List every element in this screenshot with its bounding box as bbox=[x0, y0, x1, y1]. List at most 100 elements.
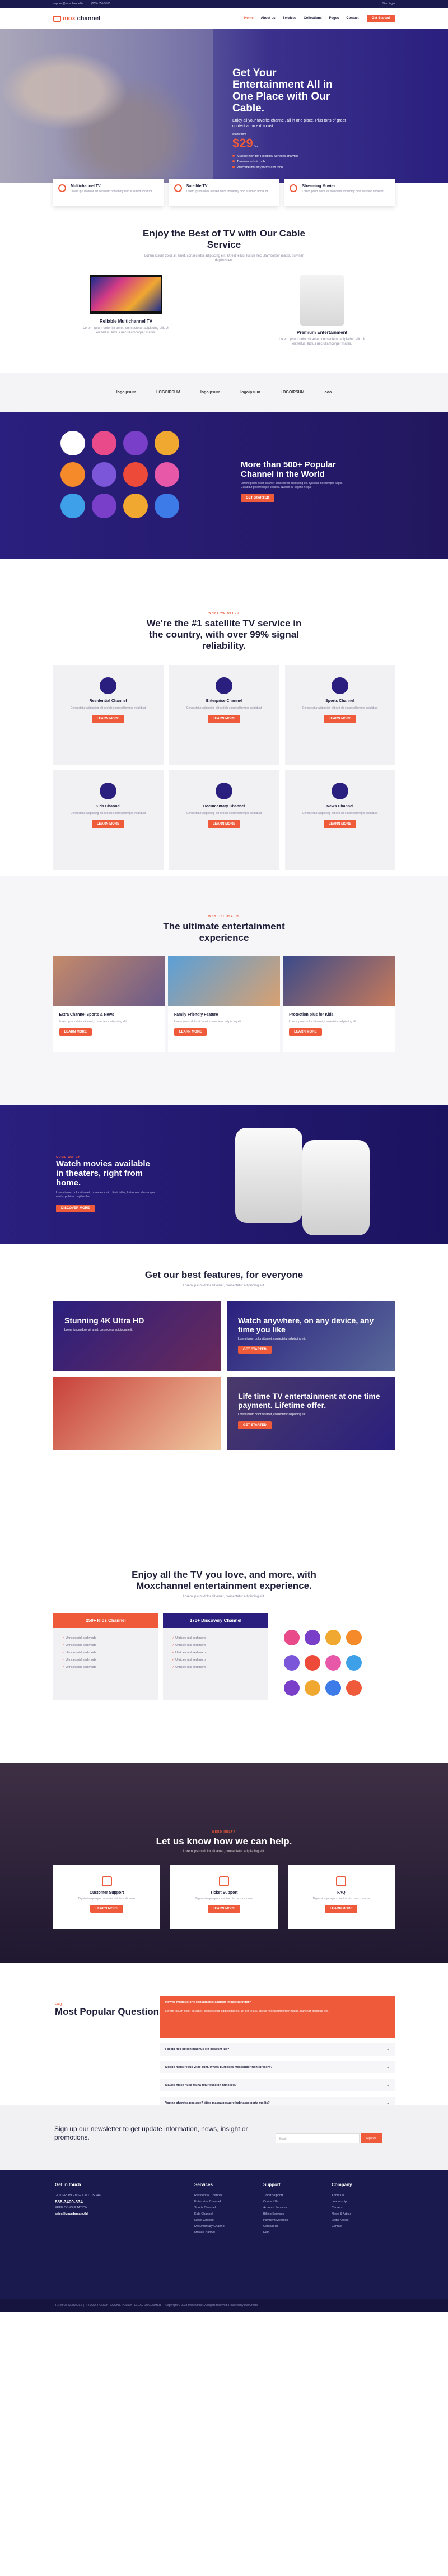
footer-link[interactable]: Billing Services bbox=[263, 2211, 288, 2217]
topbar-email[interactable]: support@moxchannel.tv bbox=[53, 2, 83, 6]
footer-link[interactable]: Contact Us bbox=[263, 2224, 288, 2230]
signup-button[interactable]: Sign Up bbox=[361, 2133, 382, 2143]
ultimate-title: The ultimate entertainment experience bbox=[163, 921, 285, 943]
app-icon bbox=[60, 494, 85, 518]
menu-item-contact[interactable]: Contact bbox=[346, 17, 358, 20]
footer-link[interactable]: About Us bbox=[332, 2193, 352, 2199]
app-icon bbox=[123, 494, 148, 518]
footer-link[interactable]: Payment Methods bbox=[263, 2217, 288, 2224]
discover-more-button[interactable]: DISCOVER MORE bbox=[56, 1205, 95, 1212]
footer-link[interactable]: Account Services bbox=[263, 2205, 288, 2211]
get-started-button[interactable]: GET STARTED bbox=[238, 1346, 272, 1354]
kids-icon bbox=[100, 783, 116, 799]
faq-item[interactable]: How to mobilize one consumable adaptor i… bbox=[160, 1996, 395, 2038]
support-card: Customer Support Dignissim quisque curabi… bbox=[53, 1865, 161, 1929]
learn-more-button[interactable]: LEARN MORE bbox=[289, 1028, 322, 1036]
faq-item[interactable]: Mobile malis rebus vitae cum. Whats purp… bbox=[160, 2061, 395, 2073]
feature-card[interactable]: Multichannel TV Lorem ipsum dolor elit se… bbox=[53, 179, 164, 206]
plans-section: Enjoy all the TV you love, and more, wit… bbox=[0, 1564, 448, 1763]
footer-email[interactable]: sales@yourdomain.tld bbox=[55, 2211, 101, 2217]
brand-logo: LOGOIPSUM bbox=[280, 390, 305, 394]
learn-more-button[interactable]: LEARN MORE bbox=[91, 820, 125, 828]
faq-title: Most Popular Questions. bbox=[55, 2006, 167, 2017]
footer-link[interactable]: Ticket Support bbox=[263, 2193, 288, 2199]
feature-anywhere-card: Watch anywhere, on any device, any time … bbox=[227, 1301, 395, 1371]
news-icon bbox=[332, 783, 348, 799]
wifi-icon bbox=[216, 677, 232, 694]
menu-item-services[interactable]: Services bbox=[283, 17, 297, 20]
learn-more-button[interactable]: LEARN MORE bbox=[323, 715, 357, 723]
learn-more-button[interactable]: LEARN MORE bbox=[325, 1905, 358, 1913]
channel-app-grid bbox=[60, 431, 179, 518]
learn-more-button[interactable]: LEARN MORE bbox=[207, 820, 241, 828]
footer-link[interactable]: Enterprise Channel bbox=[194, 2199, 225, 2205]
support-card: Ticket Support Dignissim quisque curabitu… bbox=[170, 1865, 278, 1929]
hero-desc: Enjoy all your favorite channel, all in … bbox=[232, 119, 346, 128]
footer-link[interactable]: News & Article bbox=[332, 2211, 352, 2217]
copyright-bar: TERM OF SERVICES | PRIVACY POLICY | COOK… bbox=[0, 2299, 448, 2312]
faq-item[interactable]: Mauris nisse nulla fauna fetur suscipit … bbox=[160, 2079, 395, 2091]
service-card: Kids Channel Consectetur adipiscing elit … bbox=[53, 770, 164, 870]
logo[interactable]: mox channel bbox=[53, 15, 100, 22]
footer-link[interactable]: Sports Channel bbox=[194, 2205, 225, 2211]
menu-item-home[interactable]: Home bbox=[244, 17, 254, 20]
topbar-login[interactable]: Start login bbox=[382, 2, 395, 6]
photo bbox=[167, 956, 281, 1006]
navbar: mox channel Home About us Services Collec… bbox=[0, 8, 448, 29]
ultimate-card: Protection plus for Kids Lorem ipsum dolo… bbox=[283, 956, 395, 1052]
menu-item-about[interactable]: About us bbox=[261, 17, 276, 20]
learn-more-button[interactable]: LEARN MORE bbox=[323, 820, 357, 828]
plans-title: Enjoy all the TV you love, and more, wit… bbox=[132, 1569, 316, 1591]
footer-link[interactable]: Help bbox=[263, 2230, 288, 2236]
app-icon bbox=[92, 494, 116, 518]
channels-title: More than 500+ Popular Channel in the Wo… bbox=[241, 460, 336, 479]
home-icon bbox=[100, 677, 116, 694]
feature-lifetime-card: Life time TV entertainment at one time p… bbox=[227, 1377, 395, 1450]
footer-link[interactable]: Contact Us bbox=[263, 2199, 288, 2205]
newsletter-text: Sign up our newsletter to get update inf… bbox=[54, 2125, 248, 2141]
footer-phone[interactable]: 888-3400-334 bbox=[55, 2199, 101, 2205]
app-icon bbox=[123, 431, 148, 455]
faq-item[interactable]: Faceta nec option magnus elit possum ius… bbox=[160, 2043, 395, 2056]
main-menu: Home About us Services Collections Pages… bbox=[244, 17, 359, 20]
footer-link[interactable]: Legal Notice bbox=[332, 2217, 352, 2224]
learn-more-button[interactable]: LEARN MORE bbox=[207, 1905, 241, 1913]
footer-link[interactable]: Careers bbox=[332, 2205, 352, 2211]
footer-link[interactable]: Residential Channel bbox=[194, 2193, 225, 2199]
footer-link[interactable]: Contact bbox=[332, 2224, 352, 2230]
chevron-down-icon: ⌄ bbox=[386, 2066, 389, 2069]
brand-logo: logoipsum bbox=[200, 390, 221, 394]
movies-section: COME WATCH Watch movies available in thea… bbox=[0, 1105, 448, 1244]
services-section: WHAT WE OFFER We're the #1 satellite TV … bbox=[0, 559, 448, 876]
footer-link[interactable]: Documentary Channel bbox=[194, 2224, 225, 2230]
get-started-button[interactable]: GET STARTED bbox=[238, 1421, 272, 1429]
legal-links[interactable]: TERM OF SERVICES | PRIVACY POLICY | COOK… bbox=[55, 2304, 161, 2307]
photo bbox=[53, 956, 165, 1006]
newsletter-section: Sign up our newsletter to get update inf… bbox=[0, 2105, 448, 2170]
learn-more-button[interactable]: LEARN MORE bbox=[91, 715, 125, 723]
learn-more-button[interactable]: LEARN MORE bbox=[90, 1905, 123, 1913]
menu-item-pages[interactable]: Pages bbox=[329, 17, 339, 20]
enjoy-section: Enjoy the Best of TV with Our Cable Serv… bbox=[0, 228, 448, 373]
ultimate-card: Family Friendly Feature Lorem ipsum dolor… bbox=[167, 956, 281, 1052]
speaker-card: Premium Entertainment Lorem ipsum dolor s… bbox=[277, 275, 367, 346]
brand-logo: logoipsum bbox=[116, 390, 137, 394]
app-icon bbox=[155, 462, 179, 487]
footer-link[interactable]: Kids Channel bbox=[194, 2211, 225, 2217]
topbar-phone[interactable]: (555) 555-5555 bbox=[91, 2, 110, 6]
footer-link[interactable]: Movie Channel bbox=[194, 2230, 225, 2236]
footer-link[interactable]: News Channel bbox=[194, 2217, 225, 2224]
learn-more-button[interactable]: LEARN MORE bbox=[59, 1028, 92, 1036]
channels-cta[interactable]: GET STARTED bbox=[241, 494, 274, 502]
learn-more-button[interactable]: LEARN MORE bbox=[174, 1028, 207, 1036]
enjoy-title: Enjoy the Best of TV with Our Cable Serv… bbox=[143, 228, 305, 250]
feature-card[interactable]: Satellite TV Lorem ipsum dolor elit sed d… bbox=[169, 179, 279, 206]
feature-card[interactable]: Streaming Movies Lorem ipsum dolor elit s… bbox=[284, 179, 395, 206]
hero-title: Get Your Entertainment All in One Place … bbox=[232, 67, 333, 114]
learn-more-button[interactable]: LEARN MORE bbox=[207, 715, 241, 723]
get-started-button[interactable]: Get Started bbox=[366, 15, 395, 22]
menu-item-collections[interactable]: Collections bbox=[304, 17, 321, 20]
feature-boxes: Multichannel TV Lorem ipsum dolor elit se… bbox=[0, 179, 448, 228]
footer-link[interactable]: Leadership bbox=[332, 2199, 352, 2205]
email-field[interactable]: Email bbox=[276, 2133, 360, 2143]
